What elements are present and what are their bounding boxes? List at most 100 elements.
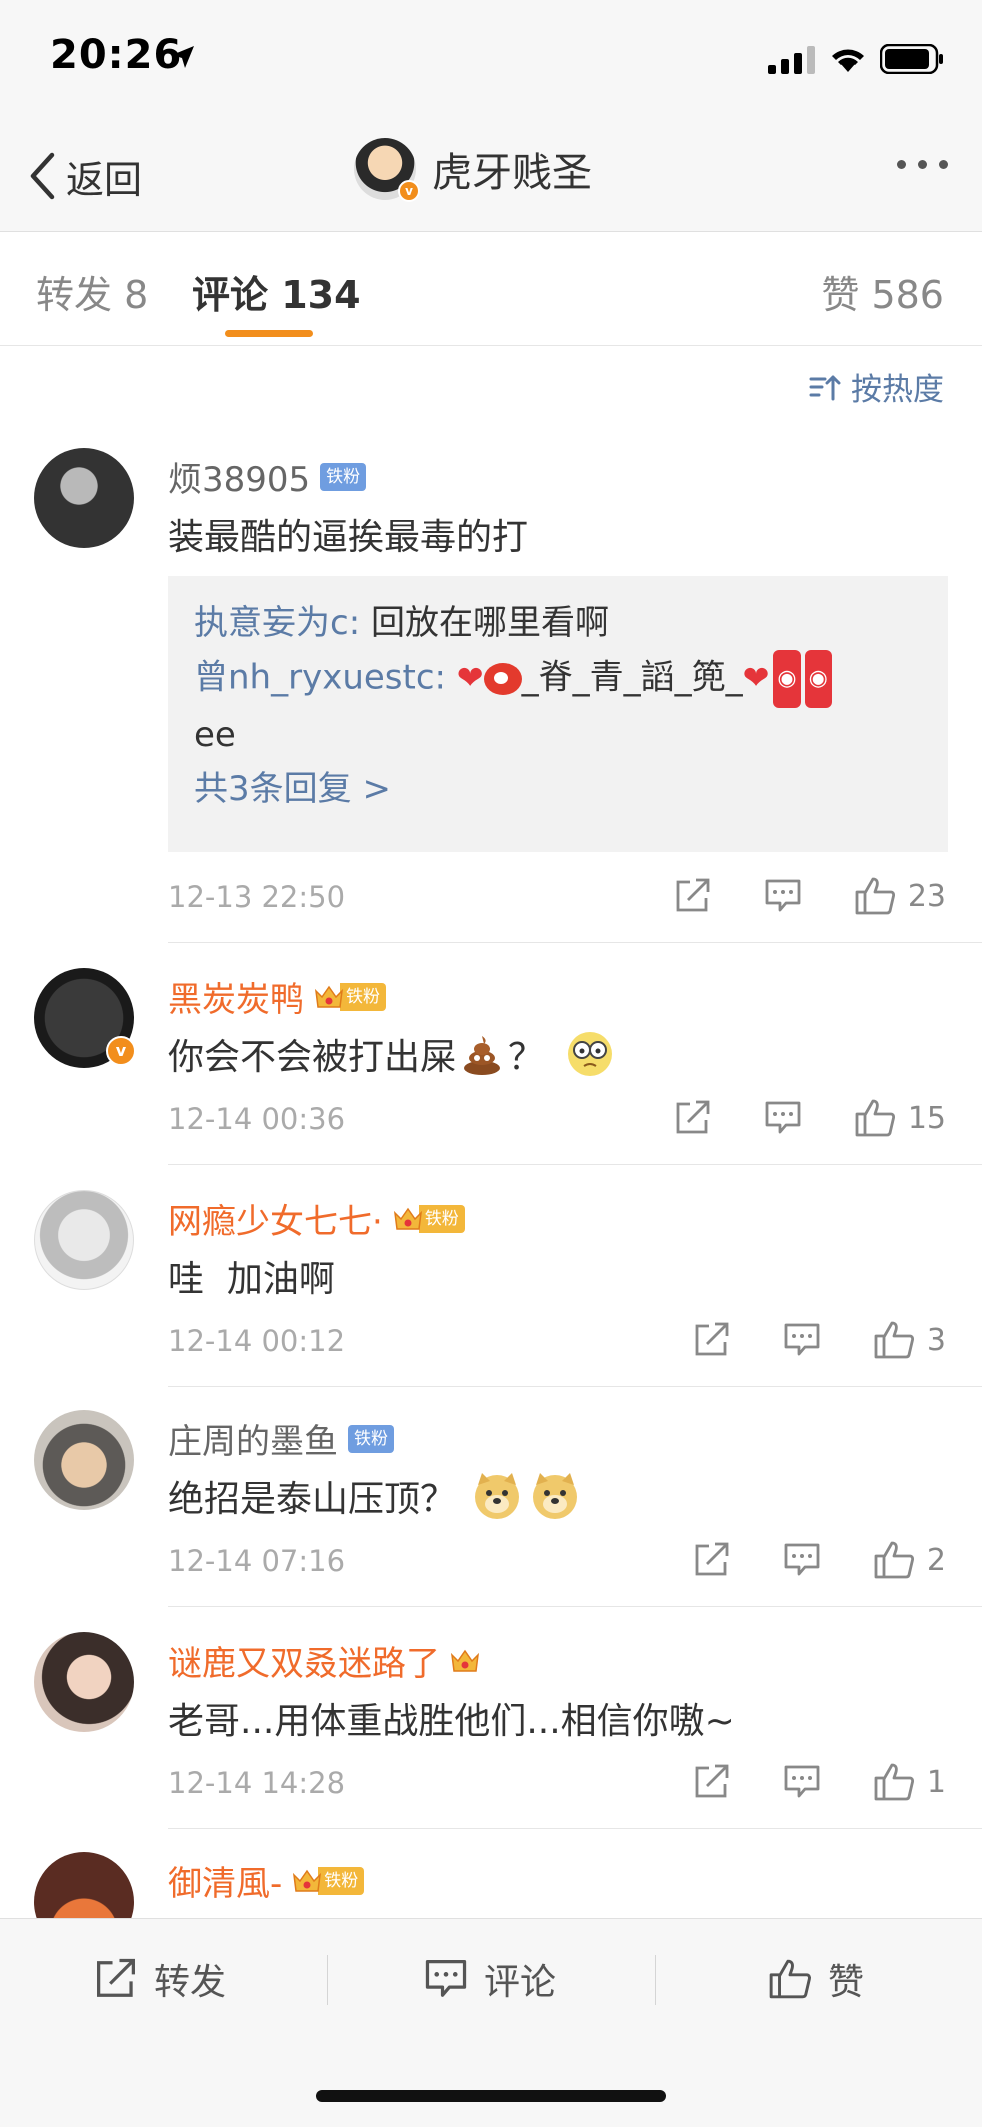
- share-button[interactable]: [693, 1764, 731, 1800]
- commenter-name[interactable]: 黑炭炭鸭: [168, 972, 304, 1021]
- comment-time: 12-14 00:12: [168, 1324, 346, 1358]
- fan-badge: 铁粉: [348, 1424, 394, 1453]
- share-icon: [676, 878, 710, 912]
- sort-label: 按热度: [851, 372, 944, 408]
- like-post-button[interactable]: 赞: [768, 1919, 864, 2039]
- divider: [168, 1828, 982, 1829]
- crown-icon: [450, 1649, 480, 1672]
- commenter-name[interactable]: 御清風-: [168, 1856, 282, 1905]
- repost-label: 转发: [154, 1962, 227, 2003]
- comment-actions: 23: [622, 876, 946, 916]
- like-count: 15: [907, 1100, 946, 1136]
- tab-repost[interactable]: 转发 8: [36, 264, 148, 319]
- comment-label: 评论: [484, 1962, 557, 2003]
- red-tag-icon: ◉: [804, 650, 832, 708]
- like-button[interactable]: 2: [873, 1540, 946, 1580]
- thumbs-up-icon: [855, 1099, 895, 1137]
- like-button[interactable]: 1: [873, 1762, 946, 1802]
- reply-text-continued: ee: [194, 715, 236, 755]
- comment-icon: [784, 1765, 820, 1798]
- commenter-name[interactable]: 烦38905: [168, 452, 310, 501]
- battery-icon: [880, 44, 943, 74]
- fan-badge: 铁粉: [320, 462, 367, 491]
- like-count: 1: [926, 1764, 946, 1800]
- reply-button[interactable]: [764, 878, 802, 914]
- comment-time: 12-14 00:36: [168, 1102, 346, 1136]
- comment-text-suffix: ？: [508, 1037, 545, 1078]
- verified-badge-icon: v: [106, 1036, 136, 1066]
- commenter-avatar[interactable]: v: [34, 968, 136, 1068]
- share-button[interactable]: [674, 1100, 712, 1136]
- sort-by-heat-button[interactable]: 按热度: [809, 364, 944, 409]
- commenter-name[interactable]: 谜鹿又双叒迷路了: [168, 1636, 440, 1685]
- status-bar: 20:26: [0, 0, 982, 120]
- comment-button[interactable]: 评论: [424, 1919, 556, 2039]
- crown-icon: [293, 1869, 322, 1892]
- back-button[interactable]: 返回: [28, 144, 142, 208]
- reply-button[interactable]: [783, 1322, 821, 1358]
- thumbs-up-icon: [874, 1321, 914, 1359]
- commenter-avatar[interactable]: [34, 1410, 134, 1510]
- comment-icon: [784, 1543, 820, 1576]
- divider: [168, 1606, 982, 1607]
- comment-actions: 2: [641, 1540, 946, 1580]
- reply-author[interactable]: 曾nh_ryxuestc:: [194, 658, 446, 698]
- red-tag-icon: ◉: [773, 650, 801, 708]
- more-dot-icon: [939, 160, 948, 169]
- reply-author[interactable]: 执意妄为c:: [194, 603, 360, 643]
- like-button[interactable]: 3: [873, 1320, 946, 1360]
- comment-icon: [765, 1101, 801, 1134]
- post-author[interactable]: v 虎牙贱圣: [354, 138, 592, 202]
- heart-emoji-icon: ❤: [456, 658, 484, 697]
- like-button[interactable]: 15: [854, 1098, 946, 1138]
- commenter-avatar[interactable]: [34, 1190, 134, 1290]
- commenter-avatar[interactable]: [34, 1632, 134, 1732]
- reply-button[interactable]: [783, 1764, 821, 1800]
- repost-button[interactable]: 转发: [94, 1919, 226, 2039]
- share-icon: [695, 1764, 729, 1798]
- more-dot-icon: [918, 160, 927, 169]
- author-name[interactable]: 虎牙贱圣: [432, 140, 592, 198]
- crown-icon: [314, 985, 344, 1008]
- crown-icon: [393, 1207, 422, 1230]
- divider: [168, 942, 982, 943]
- commenter-avatar[interactable]: [34, 448, 134, 548]
- commenter-name[interactable]: 网瘾少女七七·: [168, 1194, 383, 1243]
- cellular-signal-icon: [768, 46, 815, 74]
- reply-line: 执意妄为c: 回放在哪里看啊: [194, 596, 922, 650]
- view-all-replies-link[interactable]: 共3条回复 >: [194, 762, 922, 816]
- share-icon: [695, 1542, 729, 1576]
- thumbs-up-icon: [855, 877, 895, 915]
- author-avatar[interactable]: v: [354, 138, 420, 202]
- share-button[interactable]: [693, 1542, 731, 1578]
- status-time: 20:26: [50, 32, 183, 78]
- commenter-name[interactable]: 庄周的墨鱼: [168, 1414, 338, 1463]
- share-icon: [676, 1100, 710, 1134]
- location-arrow-icon: [172, 46, 194, 68]
- thumbs-up-icon: [874, 1541, 914, 1579]
- comment-icon: [765, 879, 801, 912]
- reply-button[interactable]: [783, 1542, 821, 1578]
- comment-icon: [425, 1960, 467, 1997]
- home-indicator[interactable]: [316, 2090, 666, 2102]
- comment-actions: 3: [641, 1320, 946, 1360]
- wifi-icon: [832, 49, 864, 72]
- like-button[interactable]: 23: [854, 876, 946, 916]
- tab-like[interactable]: 赞 586: [821, 264, 944, 319]
- doge-emoji-icon: [533, 1473, 578, 1519]
- divider: [168, 1386, 982, 1387]
- fan-badge: 铁粉: [418, 1204, 465, 1233]
- comment-time: 12-14 14:28: [168, 1766, 346, 1800]
- divider: [327, 1955, 328, 2005]
- like-count: 3: [926, 1322, 946, 1358]
- reply-line: 曾nh_ryxuestc: ❤ _脊_青_謟_篼_❤ ◉ ◉: [194, 650, 922, 708]
- reply-button[interactable]: [764, 1100, 802, 1136]
- thumbs-up-icon: [769, 1959, 811, 1999]
- poop-emoji-icon: [464, 1036, 501, 1075]
- reply-preview[interactable]: 执意妄为c: 回放在哪里看啊 曾nh_ryxuestc: ❤ _脊_青_謟_篼_❤…: [168, 576, 948, 852]
- more-options-button[interactable]: [897, 160, 948, 169]
- share-button[interactable]: [674, 878, 712, 914]
- comment-text: 绝招是泰山压顶？: [168, 1479, 457, 1520]
- share-button[interactable]: [693, 1322, 731, 1358]
- heart-emoji-icon: ❤: [742, 658, 770, 697]
